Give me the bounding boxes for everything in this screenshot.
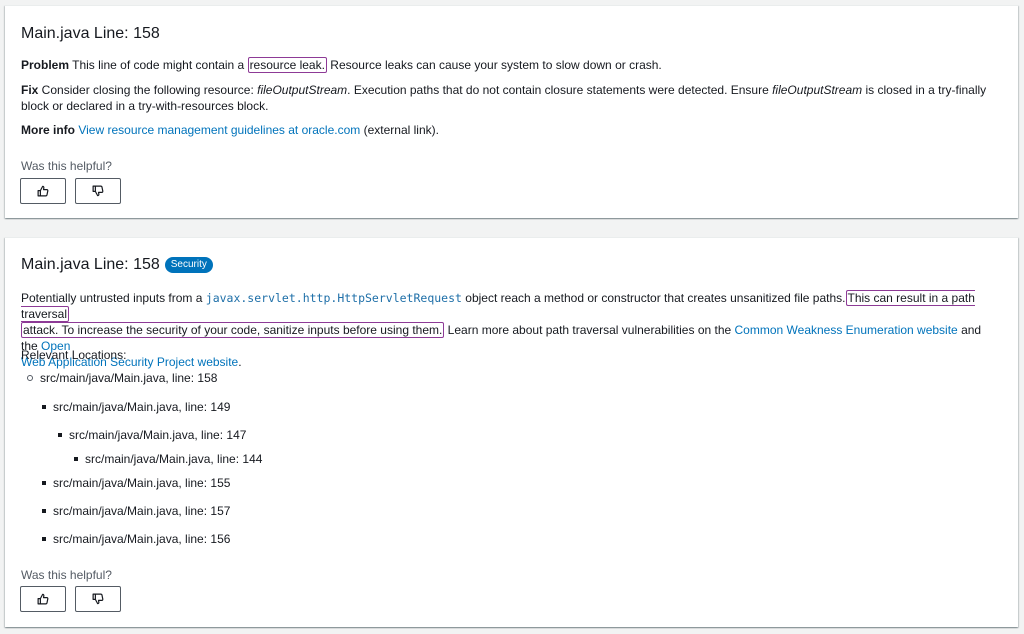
location-item: src/main/java/Main.java, line: 155 [42,475,230,491]
desc-text-3: Learn more about path traversal vulnerab… [444,323,735,337]
issue-title-text: Main.java Line: 158 [21,256,160,273]
helpful-prompt: Was this helpful? [21,568,112,582]
code-issue-card-resource-leak: Main.java Line: 158 Problem This line of… [5,5,1018,218]
thumbs-down-button[interactable] [75,586,121,612]
highlight-path-traversal-2: attack. To increase the security of your… [21,322,445,338]
fix-resource-name-2: fileOutputStream [772,83,863,97]
location-item: src/main/java/Main.java, line: 144 [74,451,262,467]
location-item: src/main/java/Main.java, line: 158 [27,370,217,386]
highlight-resource-leak: resource leak. [247,57,327,73]
fix-text-2: . Execution paths that do not contain cl… [347,83,773,97]
thumbs-up-icon [37,185,49,197]
location-text: src/main/java/Main.java, line: 155 [53,476,231,490]
external-link-note: (external link). [360,123,439,137]
issue-title-text: Main.java Line: 158 [21,25,160,42]
desc-text-2: object reach a method or constructor tha… [461,291,846,305]
square-bullet-icon [42,509,46,513]
location-text: src/main/java/Main.java, line: 149 [53,400,231,414]
location-item: src/main/java/Main.java, line: 157 [42,503,230,519]
thumbs-down-button[interactable] [75,178,121,204]
thumbs-down-icon [92,593,104,605]
location-item: src/main/java/Main.java, line: 149 [42,399,230,415]
location-item: src/main/java/Main.java, line: 147 [58,427,246,443]
location-text: src/main/java/Main.java, line: 156 [53,532,231,546]
more-info-label: More info [21,123,75,137]
location-item: src/main/java/Main.java, line: 156 [42,531,230,547]
thumbs-up-button[interactable] [20,586,66,612]
location-text: src/main/java/Main.java, line: 144 [85,452,263,466]
square-bullet-icon [42,537,46,541]
issue-title: Main.java Line: 158 Security [21,254,998,276]
square-bullet-icon [42,405,46,409]
fix-resource-name: fileOutputStream [257,83,348,97]
thumbs-up-button[interactable] [20,178,66,204]
oracle-guidelines-link[interactable]: View resource management guidelines at o… [78,123,360,137]
square-bullet-icon [42,481,46,485]
fix-label: Fix [21,83,39,97]
location-text: src/main/java/Main.java, line: 157 [53,504,231,518]
square-bullet-icon [74,457,78,461]
square-bullet-icon [58,433,62,437]
problem-text: This line of code might contain a [69,58,248,72]
location-text: src/main/java/Main.java, line: 158 [40,371,218,385]
circle-bullet-icon [27,375,33,381]
thumbs-down-icon [92,185,104,197]
fix-text-1: Consider closing the following resource: [38,83,258,97]
helpful-prompt: Was this helpful? [21,159,112,173]
issue-title: Main.java Line: 158 [21,23,998,45]
thumbs-up-icon [37,593,49,605]
problem-paragraph: Problem This line of code might contain … [21,57,998,73]
fix-paragraph: Fix Consider closing the following resou… [21,82,998,114]
desc-text-1: Potentially untrusted inputs from a [21,291,206,305]
more-info-paragraph: More info View resource management guide… [21,122,998,138]
relevant-locations-label: Relevant Locations: [21,348,127,362]
request-class-code: javax.servlet.http.HttpServletRequest [205,291,462,305]
security-badge: Security [164,257,213,273]
location-text: src/main/java/Main.java, line: 147 [69,428,247,442]
code-issue-card-path-traversal: Main.java Line: 158 Security Potentially… [5,237,1018,627]
problem-text-after: Resource leaks can cause your system to … [326,58,662,72]
cwe-website-link[interactable]: Common Weakness Enumeration website [735,323,958,337]
problem-label: Problem [21,58,70,72]
